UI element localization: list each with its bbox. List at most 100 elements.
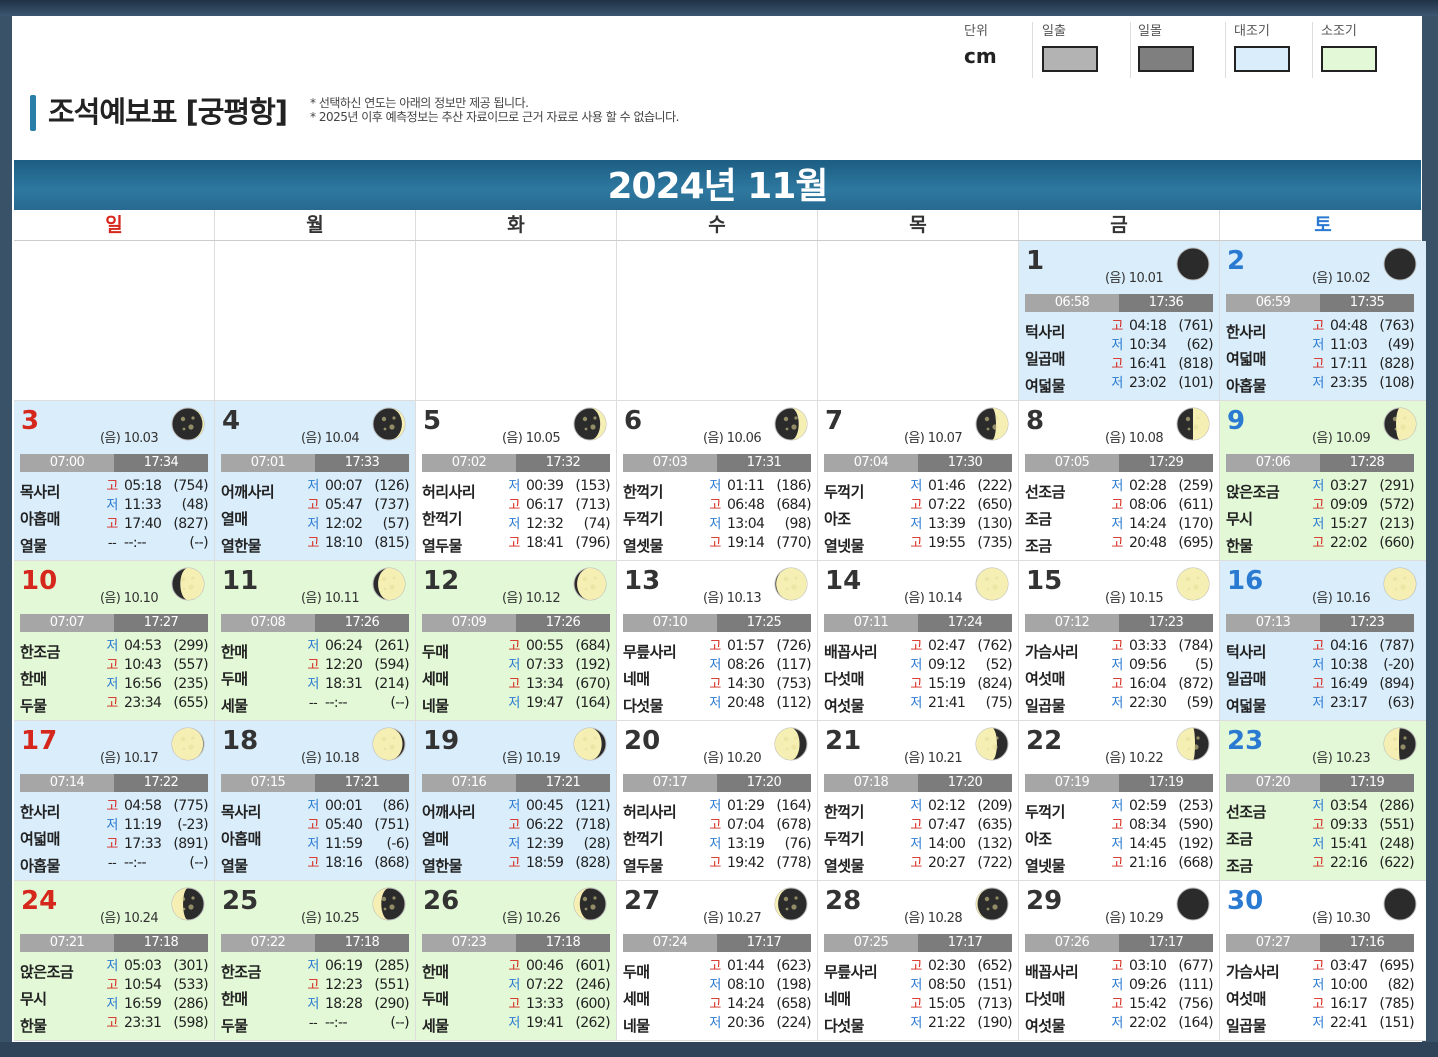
tide-type: 저	[1111, 799, 1123, 814]
day-cell[interactable]: 6 (음) 10.06 07:03 17:31 한꺽기 두꺽기 열셋물 저 01:11 (186)…	[617, 401, 818, 561]
lunar-date: (음) 10.22	[1104, 751, 1164, 766]
day-cell[interactable]: 22 (음) 10.22 07:19 17:19 두꺽기 아조 열넷물 저 02:59 (253)…	[1019, 721, 1220, 881]
day-cell[interactable]: 21 (음) 10.21 07:18 17:20 한꺽기 두꺽기 열셋물 저 02:12 (209…	[818, 721, 1019, 881]
tide-name: 다섯매	[824, 670, 864, 688]
day-cell[interactable]: 3 (음) 10.03 07:00 17:34 목사리 아홉매 열물 고 05:18 (754) 저…	[14, 401, 215, 561]
day-cell[interactable]: 16 (음) 10.16 07:13 17:23 턱사리 일곱매 여덟물 고 04:16 (787…	[1220, 561, 1426, 721]
day-cell[interactable]: 27 (음) 10.27 07:24 17:17 두매 세매 네물 고 01:44 (623) 저 0…	[617, 881, 818, 1041]
legend-unit-value: cm	[964, 44, 997, 68]
tide-height: (660)	[1379, 535, 1414, 551]
day-cell[interactable]: 25 (음) 10.25 07:22 17:18 한조금 한매 두물 저 06:19 (285) 고…	[215, 881, 416, 1041]
sunrise-time: 07:04	[824, 454, 918, 472]
tide-type: 고	[307, 498, 319, 513]
moon-phase-icon	[1383, 567, 1417, 601]
day-cell[interactable]: 8 (음) 10.08 07:05 17:29 선조금 조금 조금 저 02:28 (259) 고 0…	[1019, 401, 1220, 561]
sunrise-time: 06:59	[1226, 294, 1320, 312]
day-cell[interactable]: 13 (음) 10.13 07:10 17:25 무릎사리 네매 다섯물 고 01:57 (726…	[617, 561, 818, 721]
tide-row: 고 17:11 (828)	[1306, 355, 1416, 374]
day-cell[interactable]: 24 (음) 10.24 07:21 17:18 앉은조금 무시 한물 저 05:03 (301)…	[14, 881, 215, 1041]
tide-type: 고	[106, 799, 118, 814]
day-cell[interactable]: 9 (음) 10.09 07:06 17:28 앉은조금 무시 한물 저 03:27 (291) 고…	[1220, 401, 1426, 561]
day-cell[interactable]: 11 (음) 10.11 07:08 17:26 한매 두매 세물 저 06:24 (261) 고 1…	[215, 561, 416, 721]
day-cell[interactable]: 10 (음) 10.10 07:07 17:27 한조금 한매 두물 저 04:53 (299) 고…	[14, 561, 215, 721]
tide-row: 고 10:54 (533)	[100, 976, 210, 995]
tide-type: 고	[910, 856, 922, 871]
day-cell[interactable]: 1 (음) 10.01 06:58 17:36 턱사리 일곱매 여덟물 고 04:18 (761)…	[1019, 241, 1220, 401]
sun-times-bar: 07:22 17:18	[221, 934, 409, 952]
day-cell[interactable]: 23 (음) 10.23 07:20 17:19 선조금 조금 조금 저 03:54 (286) 고…	[1220, 721, 1426, 881]
tide-height: (770)	[776, 535, 811, 551]
day-cell[interactable]: 4 (음) 10.04 07:01 17:33 어깨사리 열매 열한물 저 00:07 (126)…	[215, 401, 416, 561]
calendar-week-row: 3 (음) 10.03 07:00 17:34 목사리 아홉매 열물 고 05:18 (754) 저…	[14, 401, 1426, 561]
sunrise-time: 07:07	[20, 614, 114, 632]
legend-neap-tide-swatch	[1321, 46, 1377, 72]
tide-type: 저	[508, 479, 520, 494]
tide-height: (28)	[583, 836, 611, 852]
day-cell[interactable]: 2 (음) 10.02 06:59 17:35 한사리 여덟매 아홉물 고 04:48 (763)…	[1220, 241, 1426, 401]
day-number: 28	[825, 886, 862, 916]
tide-height: (--)	[189, 535, 208, 551]
sunset-time: 17:28	[1320, 454, 1414, 472]
tide-row: 저 00:45 (121)	[502, 797, 612, 816]
empty-day-cell	[617, 241, 818, 401]
tide-type: 저	[307, 837, 319, 852]
tide-row: 저 15:27 (213)	[1306, 515, 1416, 534]
tide-height: (-6)	[386, 836, 410, 852]
day-cell[interactable]: 18 (음) 10.18 07:15 17:21 목사리 아홉매 열물 저 00:01 (86) 고…	[215, 721, 416, 881]
tide-height: (213)	[1379, 516, 1414, 532]
sunrise-time: 07:15	[221, 774, 315, 792]
tide-name: 여섯물	[824, 697, 864, 715]
tide-names: 한조금 한매 두물	[221, 959, 301, 1040]
moon-phase-icon	[975, 567, 1009, 601]
tide-row: 저 13:19 (76)	[703, 835, 813, 854]
tide-height: (-20)	[1383, 657, 1414, 673]
lunar-date: (음) 10.26	[501, 911, 561, 926]
day-cell[interactable]: 20 (음) 10.20 07:17 17:20 허리사리 한꺽기 열두물 저 01:29 (16…	[617, 721, 818, 881]
tide-type: 고	[1111, 856, 1123, 871]
tide-row: 고 08:06 (611)	[1105, 496, 1215, 515]
tide-row: 고 18:41 (796)	[502, 534, 612, 553]
sun-times-bar: 07:00 17:34	[20, 454, 208, 472]
tide-row: 고 05:40 (751)	[301, 816, 411, 835]
tide-type: 고	[910, 639, 922, 654]
empty-day-cell	[215, 241, 416, 401]
moon-phase-icon	[171, 567, 205, 601]
tide-type: 고	[910, 498, 922, 513]
tide-type: 고	[1312, 639, 1324, 654]
tide-type: 저	[307, 639, 319, 654]
day-cell[interactable]: 15 (음) 10.15 07:12 17:23 가슴사리 여섯매 일곱물 고 03:33 (78…	[1019, 561, 1220, 721]
moon-phase-icon	[1383, 887, 1417, 921]
sunset-time: 17:19	[1119, 774, 1213, 792]
day-cell[interactable]: 28 (음) 10.28 07:25 17:17 무릎사리 네매 다섯물 고 02:30 (652…	[818, 881, 1019, 1041]
sun-times-bar: 07:12 17:23	[1025, 614, 1213, 632]
day-cell[interactable]: 7 (음) 10.07 07:04 17:30 두꺽기 아조 열넷물 저 01:46 (222) 고…	[818, 401, 1019, 561]
lunar-date: (음) 10.10	[99, 591, 159, 606]
tide-name: 허리사리	[422, 483, 476, 501]
day-cell[interactable]: 19 (음) 10.19 07:16 17:21 어깨사리 열매 열한물 저 00:45 (121…	[416, 721, 617, 881]
tide-row: 고 19:14 (770)	[703, 534, 813, 553]
tide-type: 고	[106, 978, 118, 993]
tide-time: 03:54	[1330, 798, 1368, 814]
day-cell[interactable]: 29 (음) 10.29 07:26 17:17 배꼽사리 다섯매 여섯물 고 03:10 (67…	[1019, 881, 1220, 1041]
tide-time: 20:27	[928, 855, 966, 871]
day-cell[interactable]: 12 (음) 10.12 07:09 17:26 두매 세매 네물 고 00:55 (684) 저 0…	[416, 561, 617, 721]
tide-time: 08:50	[928, 977, 966, 993]
day-cell[interactable]: 26 (음) 10.26 07:23 17:18 한매 두매 세물 고 00:46 (601) 저 0…	[416, 881, 617, 1041]
tide-time: 19:14	[727, 535, 765, 551]
tide-list: 저 02:12 (209) 고 07:47 (635) 저 14:00 (132) 고 20:27 (…	[904, 797, 1014, 873]
sun-times-bar: 07:25 17:17	[824, 934, 1012, 952]
month-title: 2024년 11월	[607, 166, 828, 207]
day-cell[interactable]: 30 (음) 10.30 07:27 17:16 가슴사리 여섯매 일곱물 고 03:47 (69…	[1220, 881, 1426, 1041]
tide-height: (170)	[1178, 516, 1213, 532]
tide-time: 08:10	[727, 977, 765, 993]
tide-height: (76)	[784, 836, 812, 852]
tide-names: 한꺽기 두꺽기 열셋물	[623, 479, 703, 560]
sunrise-time: 07:21	[20, 934, 114, 952]
day-cell[interactable]: 5 (음) 10.05 07:02 17:32 허리사리 한꺽기 열두물 저 00:39 (153…	[416, 401, 617, 561]
tide-time: 09:33	[1330, 817, 1368, 833]
tide-row: 고 06:17 (713)	[502, 496, 612, 515]
tide-height: (126)	[374, 478, 409, 494]
day-cell[interactable]: 14 (음) 10.14 07:11 17:24 배꼽사리 다섯매 여섯물 고 02:47 (76…	[818, 561, 1019, 721]
day-cell[interactable]: 17 (음) 10.17 07:14 17:22 한사리 여덟매 아홉물 고 04:58 (775…	[14, 721, 215, 881]
lunar-date: (음) 10.24	[99, 911, 159, 926]
